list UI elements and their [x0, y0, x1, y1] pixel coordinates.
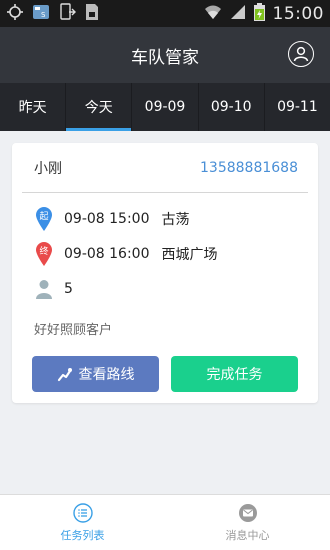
task-card-header: 小刚 13588881688	[22, 143, 308, 193]
nav-message-center-label: 消息中心	[225, 528, 270, 542]
tab-09-11[interactable]: 09-11	[265, 83, 330, 131]
nav-task-list[interactable]: 任务列表	[0, 495, 165, 550]
end-place: 西城广场	[161, 246, 218, 263]
battery-icon	[253, 2, 265, 25]
complete-task-button[interactable]: 完成任务	[171, 356, 298, 392]
page-title: 车队管家	[131, 47, 199, 68]
end-row: 终 09-08 16:00 西城广场	[12, 236, 318, 271]
task-card: 小刚 13588881688 起 09-08 15:00 古荡 终 09-08 …	[12, 143, 318, 403]
status-bar-left: S	[6, 2, 100, 25]
wifi-icon	[204, 4, 222, 24]
person-icon	[34, 279, 54, 299]
complete-task-label: 完成任务	[206, 367, 263, 383]
date-tabs: 昨天 今天 09-09 09-10 09-11	[0, 83, 330, 131]
passenger-count: 5	[64, 280, 73, 297]
gps-icon	[6, 3, 24, 25]
nav-task-list-label: 任务列表	[60, 528, 105, 542]
status-bar: S 15:00	[0, 0, 330, 27]
user-icon	[293, 46, 309, 62]
nav-message-center[interactable]: 消息中心	[165, 495, 330, 550]
app-notification-icon: S	[32, 3, 50, 25]
svg-text:起: 起	[39, 211, 48, 222]
tab-09-10[interactable]: 09-10	[199, 83, 265, 131]
start-row: 起 09-08 15:00 古荡	[12, 201, 318, 236]
passenger-row: 5	[12, 271, 318, 306]
signal-icon	[230, 4, 246, 24]
tab-yesterday[interactable]: 昨天	[0, 83, 67, 131]
task-note: 好好照顾客户	[34, 323, 113, 338]
view-route-label: 查看路线	[78, 367, 135, 383]
tab-today[interactable]: 今天	[66, 83, 133, 131]
message-icon	[238, 503, 258, 523]
start-pin-icon: 起	[34, 206, 54, 232]
app-header: 车队管家	[0, 27, 330, 83]
end-time: 09-08 16:00	[64, 245, 150, 262]
customer-name: 小刚	[34, 160, 62, 177]
route-icon	[57, 368, 72, 382]
end-pin-icon: 终	[34, 241, 54, 267]
bottom-nav: 任务列表 消息中心	[0, 494, 330, 550]
download-icon	[58, 2, 76, 25]
list-icon	[72, 502, 93, 523]
sd-card-icon	[84, 3, 100, 25]
svg-text:终: 终	[39, 245, 48, 257]
svg-text:S: S	[41, 11, 46, 19]
view-route-button[interactable]: 查看路线	[32, 356, 159, 392]
tab-09-09[interactable]: 09-09	[132, 83, 199, 131]
task-actions: 查看路线 完成任务	[32, 356, 298, 392]
customer-phone-link[interactable]: 13588881688	[200, 160, 298, 176]
status-time: 15:00	[272, 3, 324, 24]
status-bar-right: 15:00	[204, 2, 325, 25]
profile-button[interactable]	[288, 41, 314, 67]
start-place: 古荡	[161, 211, 190, 228]
start-time: 09-08 15:00	[64, 210, 150, 227]
